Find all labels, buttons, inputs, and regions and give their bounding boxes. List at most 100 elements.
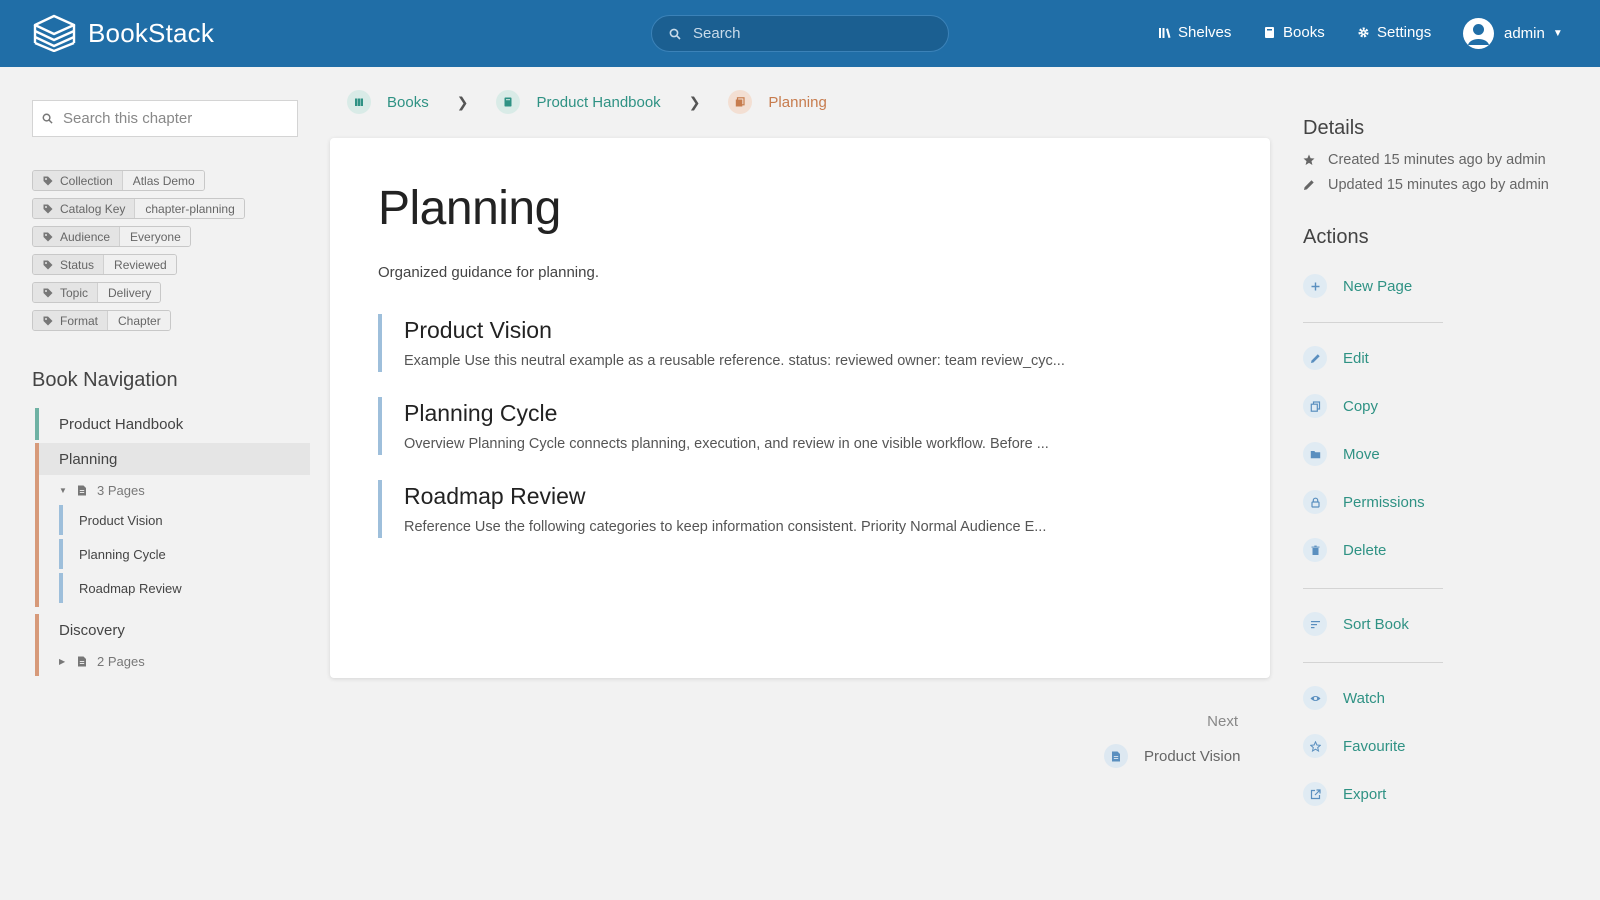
copy-action[interactable]: Copy	[1303, 394, 1378, 418]
delete-action[interactable]: Delete	[1303, 538, 1386, 562]
watch-action[interactable]: Watch	[1303, 686, 1385, 710]
bookstack-logo-icon	[33, 14, 76, 52]
tag-value: chapter-planning	[134, 199, 244, 218]
chapter-icon	[728, 90, 753, 114]
nav-shelves[interactable]: Shelves	[1158, 24, 1231, 41]
export-icon	[1303, 782, 1327, 806]
user-name: admin	[1504, 25, 1545, 42]
app-logo[interactable]: BookStack	[33, 14, 214, 52]
export-label: Export	[1343, 785, 1387, 803]
sort-book-action[interactable]: Sort Book	[1303, 612, 1409, 636]
tag-icon	[43, 204, 53, 213]
tag[interactable]: Topic Delivery	[32, 282, 162, 303]
favourite-action[interactable]: Favourite	[1303, 734, 1406, 758]
top-header: BookStack Shelves Books Settings admin ▼	[0, 0, 1600, 67]
tag-key: Format	[60, 313, 99, 328]
permissions-action[interactable]: Permissions	[1303, 490, 1425, 514]
plus-icon	[1303, 274, 1327, 298]
permissions-label: Permissions	[1343, 493, 1425, 511]
search-icon	[42, 113, 53, 124]
edit-label: Edit	[1343, 349, 1369, 367]
tag[interactable]: Status Reviewed	[32, 254, 177, 275]
page-entry[interactable]: Product Vision Example Use this neutral …	[378, 314, 1228, 372]
book-nav-chapter-label[interactable]: Planning	[39, 443, 310, 475]
tag[interactable]: Catalog Key chapter-planning	[32, 198, 245, 219]
breadcrumb-book[interactable]: Product Handbook	[496, 90, 661, 114]
tag-key: Status	[60, 257, 95, 272]
nav-settings[interactable]: Settings	[1357, 24, 1431, 41]
book-nav-chapter-current: Planning ▼ 3 Pages Product Vision Planni…	[35, 443, 310, 607]
pages-toggle[interactable]: ▶ 2 Pages	[39, 646, 310, 676]
tag-key: Audience	[60, 229, 111, 244]
page-entry[interactable]: Roadmap Review Reference Use the followi…	[378, 480, 1228, 538]
global-search[interactable]	[651, 15, 949, 52]
tag[interactable]: Audience Everyone	[32, 226, 191, 247]
new-page-action[interactable]: New Page	[1303, 274, 1412, 298]
page-entry-title: Product Vision	[404, 317, 552, 343]
page-entry-excerpt: Example Use this neutral example as a re…	[404, 353, 1065, 369]
trash-icon	[1303, 538, 1327, 562]
nav-settings-label: Settings	[1377, 24, 1432, 41]
pencil-icon	[1304, 180, 1314, 190]
app-name: BookStack	[88, 17, 215, 48]
tag-icon	[43, 316, 53, 325]
global-search-input[interactable]	[693, 25, 933, 42]
tag[interactable]: Format Chapter	[32, 310, 171, 331]
tag-value: Atlas Demo	[121, 171, 204, 190]
sort-icon	[1303, 612, 1327, 636]
breadcrumb-chapter[interactable]: Planning	[728, 90, 827, 114]
next-page-link[interactable]: Product Vision	[1104, 744, 1240, 768]
tag-value: Delivery	[97, 283, 161, 302]
tag-value: Chapter	[107, 311, 170, 330]
tag-list: Collection Atlas Demo Catalog Key chapter-…	[32, 170, 245, 338]
breadcrumb-books[interactable]: Books	[347, 90, 429, 114]
copy-label: Copy	[1343, 397, 1379, 415]
tag-icon	[43, 260, 53, 269]
pages-toggle[interactable]: ▼ 3 Pages	[39, 475, 310, 505]
user-menu[interactable]: admin ▼	[1463, 18, 1563, 49]
export-action[interactable]: Export	[1303, 782, 1386, 806]
new-page-label: New Page	[1343, 277, 1413, 295]
eye-icon	[1303, 686, 1327, 710]
book-nav-page[interactable]: Product Vision	[59, 505, 310, 535]
edit-action[interactable]: Edit	[1303, 346, 1369, 370]
book-nav-page[interactable]: Roadmap Review	[59, 573, 310, 603]
pencil-icon	[1303, 346, 1327, 370]
favourite-label: Favourite	[1343, 737, 1406, 755]
lock-icon	[1303, 490, 1327, 514]
caret-right-icon: ▶	[59, 656, 66, 666]
updated-text: Updated 15 minutes ago by admin	[1328, 177, 1549, 193]
chapter-search[interactable]	[32, 100, 298, 137]
next-label: Next	[1207, 713, 1238, 730]
tag-key: Catalog Key	[60, 201, 126, 216]
chevron-right-icon: ❯	[456, 93, 469, 110]
updated-info: Updated 15 minutes ago by admin	[1303, 177, 1549, 193]
pages-count: 2 Pages	[97, 653, 145, 669]
books-icon	[347, 90, 371, 114]
chapter-search-input[interactable]	[63, 110, 283, 127]
book-nav-chapter-label[interactable]: Discovery	[39, 614, 310, 646]
move-action[interactable]: Move	[1303, 442, 1380, 466]
star-icon	[1303, 154, 1315, 165]
search-icon	[669, 28, 681, 40]
book-nav-book[interactable]: Product Handbook	[35, 408, 310, 440]
watch-label: Watch	[1343, 689, 1385, 707]
star-outline-icon	[1303, 734, 1327, 758]
book-nav-page[interactable]: Planning Cycle	[59, 539, 310, 569]
page-entry[interactable]: Planning Cycle Overview Planning Cycle c…	[378, 397, 1228, 455]
next-page-title: Product Vision	[1144, 747, 1241, 765]
created-text: Created 15 minutes ago by admin	[1328, 152, 1546, 168]
tag-icon	[43, 288, 53, 297]
chevron-down-icon: ▼	[1552, 28, 1563, 39]
created-info: Created 15 minutes ago by admin	[1303, 152, 1546, 168]
tag[interactable]: Collection Atlas Demo	[32, 170, 205, 191]
page-entry-title: Planning Cycle	[404, 400, 558, 426]
tag-key: Collection	[60, 173, 113, 188]
divider	[1303, 322, 1443, 323]
divider	[1303, 588, 1443, 589]
breadcrumb-book-label: Product Handbook	[536, 93, 661, 111]
actions-title: Actions	[1303, 226, 1369, 248]
divider	[1303, 662, 1443, 663]
book-icon	[496, 90, 521, 114]
nav-books[interactable]: Books	[1263, 24, 1325, 41]
